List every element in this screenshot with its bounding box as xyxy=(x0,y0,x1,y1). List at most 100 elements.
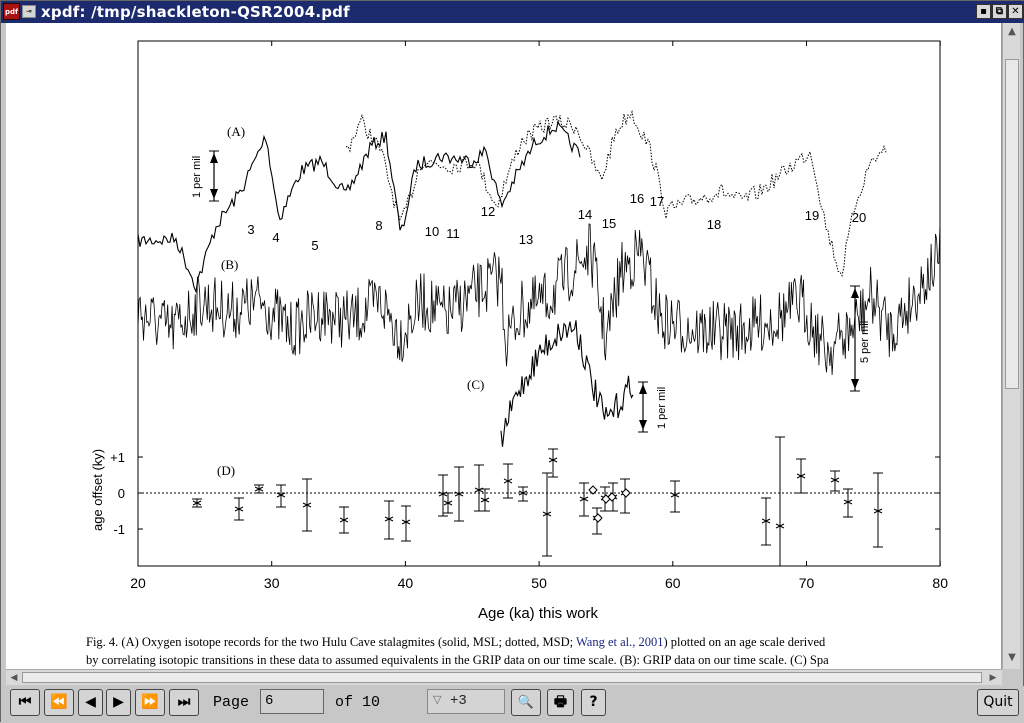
x-tick-label: 30 xyxy=(264,575,280,591)
page-label: Page xyxy=(213,694,250,711)
vertical-scroll-thumb[interactable] xyxy=(1005,59,1019,389)
event-number-8: 8 xyxy=(375,218,382,233)
diamond-point xyxy=(621,488,631,498)
find-button[interactable]: 🔍 xyxy=(511,689,541,716)
age-offset-point xyxy=(761,497,771,546)
scroll-left-icon[interactable]: ◀ xyxy=(7,671,21,685)
d-axis-label: age offset (ky) xyxy=(90,449,105,531)
page-number-input[interactable]: 6 xyxy=(260,689,324,714)
age-offset-point xyxy=(339,506,349,534)
x-tick-label: 70 xyxy=(799,575,815,591)
x-tick-label: 40 xyxy=(398,575,414,591)
age-offset-point xyxy=(443,492,453,514)
age-offset-points xyxy=(192,436,883,567)
series-label-d: (D) xyxy=(217,463,235,478)
age-offset-point xyxy=(401,505,411,542)
event-numbers: 3 4 5 8 10 11 12 13 14 15 16 17 18 19 20 xyxy=(247,191,866,253)
x-tick-label: 80 xyxy=(932,575,948,591)
x-tick-label: 50 xyxy=(531,575,547,591)
horizontal-scrollbar[interactable]: ◀ ▶ xyxy=(6,669,1002,685)
d-tick-label: -1 xyxy=(113,522,125,537)
age-offset-point xyxy=(775,436,785,567)
series-label-b: (B) xyxy=(221,257,238,272)
age-offset-point xyxy=(384,500,394,540)
event-number-11: 11 xyxy=(446,226,460,241)
next-page-button[interactable]: ▶ xyxy=(106,689,131,716)
close-button[interactable]: ✕ xyxy=(1008,4,1023,19)
help-button[interactable]: ? xyxy=(581,689,606,716)
caption-line-1-text: Fig. 4. (A) Oxygen isotope records for t… xyxy=(86,635,576,649)
maximize-button[interactable]: ⧉ xyxy=(992,4,1007,19)
scroll-up-icon[interactable]: ▲ xyxy=(1005,25,1019,39)
horizontal-scroll-thumb[interactable] xyxy=(22,672,982,683)
scroll-right-icon[interactable]: ▶ xyxy=(986,671,1000,685)
plot-frame xyxy=(137,40,941,567)
xpdf-window: pdf ⊸ xpdf: /tmp/shackleton-QSR2004.pdf … xyxy=(0,0,1024,723)
pdf-app-icon: pdf xyxy=(3,3,20,20)
age-offset-point xyxy=(438,474,448,517)
toolbar: ⏮ ⏪ ◀ ▶ ⏩ ⏭ Page 6 of 10 ▽ +3 🔍 🖶 ? Quit xyxy=(1,686,1024,723)
zoom-value: +3 xyxy=(450,693,467,709)
window-menu-icon[interactable]: ⊸ xyxy=(22,5,36,18)
age-offset-point xyxy=(480,488,490,512)
figure-4: (A) (B) (C) (D) 1 per mil 5 per mil 1 pe… xyxy=(90,40,948,622)
event-number-19: 19 xyxy=(805,208,819,223)
document-viewport[interactable]: (A) (B) (C) (D) 1 per mil 5 per mil 1 pe… xyxy=(6,23,1002,669)
age-offset-point xyxy=(454,466,464,522)
d-tick-label: +1 xyxy=(110,450,125,465)
age-offset-point xyxy=(670,480,680,513)
event-number-14: 14 xyxy=(578,207,592,222)
event-number-18: 18 xyxy=(707,217,721,232)
vertical-scrollbar[interactable]: ▲ ▼ xyxy=(1002,23,1020,669)
page-count-label: of 10 xyxy=(335,694,381,711)
caption-line-2: by correlating isotopic transitions in t… xyxy=(86,653,829,667)
print-button[interactable]: 🖶 xyxy=(547,689,574,716)
first-page-button[interactable]: ⏮ xyxy=(10,689,40,716)
age-offset-point xyxy=(192,498,202,508)
age-offset-point xyxy=(302,478,312,532)
window-title: xpdf: /tmp/shackleton-QSR2004.pdf xyxy=(41,3,350,21)
event-number-5: 5 xyxy=(311,238,318,253)
series-label-c: (C) xyxy=(467,377,484,392)
x-tick-label: 20 xyxy=(130,575,146,591)
prev-page-button[interactable]: ◀ xyxy=(78,689,103,716)
scale-bar-a-label: 1 per mil xyxy=(191,156,203,198)
event-number-15: 15 xyxy=(602,216,616,231)
age-offset-point xyxy=(830,470,840,492)
hulu-msd-trace xyxy=(345,109,887,278)
age-offset-point xyxy=(796,458,806,494)
age-offset-point xyxy=(873,472,883,548)
event-number-13: 13 xyxy=(519,232,533,247)
event-number-4: 4 xyxy=(272,230,279,245)
scale-bar-b-label: 5 per mil xyxy=(859,321,871,363)
citation-link[interactable]: Wang et al., 2001 xyxy=(576,635,664,649)
back-ten-pages-button[interactable]: ⏪ xyxy=(44,689,74,716)
age-offset-point xyxy=(579,482,589,517)
hulu-msl-trace xyxy=(137,120,581,294)
scale-bar-a: 1 per mil xyxy=(191,150,219,202)
caption-line-1-tail: ) plotted on an age scale derived xyxy=(663,635,826,649)
x-tick-label: 60 xyxy=(665,575,681,591)
scale-bar-c: 1 per mil xyxy=(638,381,668,433)
scroll-down-icon[interactable]: ▼ xyxy=(1005,651,1019,665)
figure-caption: Fig. 4. (A) Oxygen isotope records for t… xyxy=(86,633,966,669)
forward-ten-pages-button[interactable]: ⏩ xyxy=(135,689,165,716)
event-number-12: 12 xyxy=(481,204,495,219)
age-offset-point xyxy=(254,484,264,494)
age-offset-point xyxy=(542,472,552,557)
title-bar[interactable]: pdf ⊸ xpdf: /tmp/shackleton-QSR2004.pdf … xyxy=(1,1,1024,23)
spannagel-trace xyxy=(500,320,634,447)
zoom-select[interactable]: ▽ +3 xyxy=(427,689,505,714)
quit-button[interactable]: Quit xyxy=(977,689,1019,716)
diamond-point xyxy=(593,513,603,523)
event-number-10: 10 xyxy=(425,224,439,239)
age-offset-point xyxy=(474,464,484,512)
caption-line-1: Fig. 4. (A) Oxygen isotope records for t… xyxy=(86,633,966,651)
event-number-3: 3 xyxy=(247,222,254,237)
age-offset-point xyxy=(234,497,244,521)
age-offset-point xyxy=(518,486,528,502)
scale-bar-c-label: 1 per mil xyxy=(656,387,668,429)
minimize-button[interactable]: ▪ xyxy=(976,4,991,19)
x-axis-label: Age (ka) this work xyxy=(478,605,599,622)
last-page-button[interactable]: ⏭ xyxy=(169,689,199,716)
